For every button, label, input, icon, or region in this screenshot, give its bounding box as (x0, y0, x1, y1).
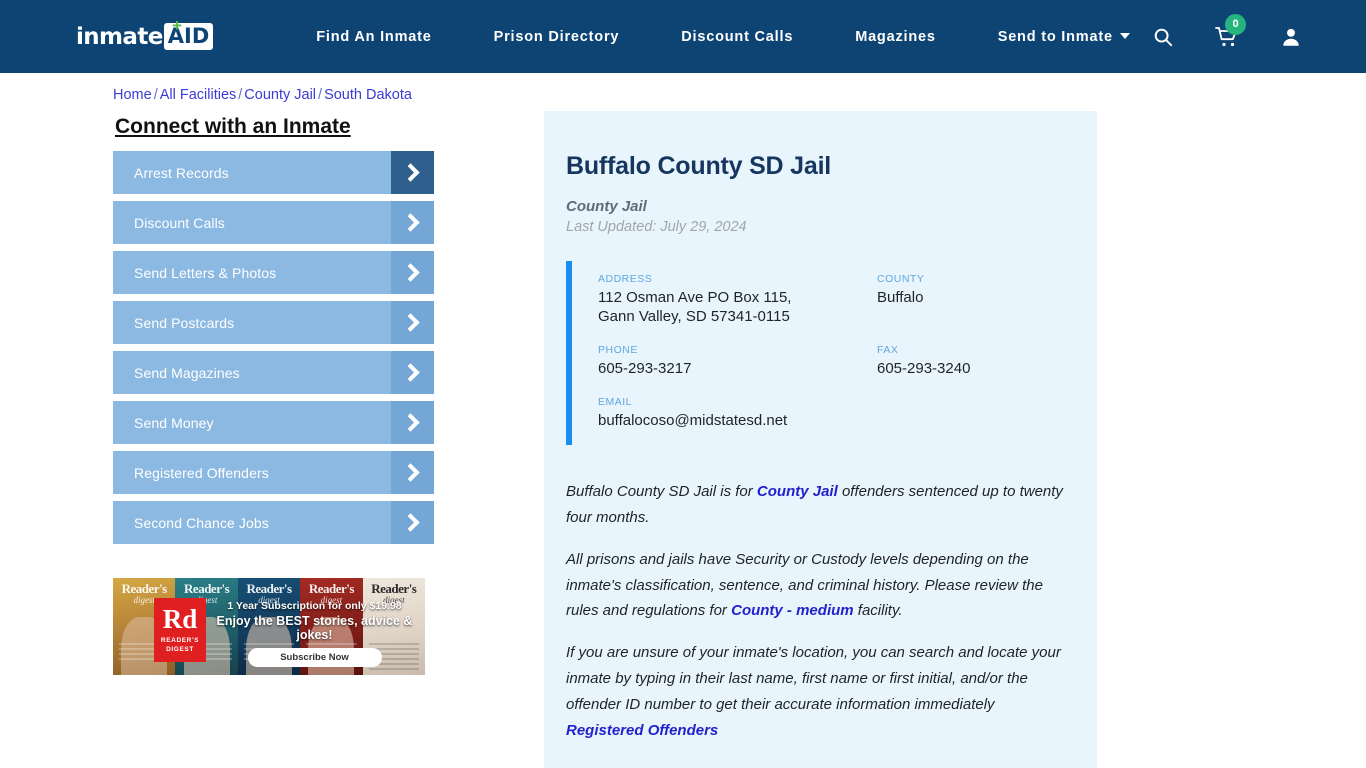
sidebar-item-label: Send Postcards (134, 314, 235, 331)
link-county-jail[interactable]: County Jail (757, 483, 838, 500)
page-body: Home / All Facilities / County Jail / South Da… (0, 87, 1366, 768)
ad-subheadline: Enjoy the BEST stories, advice & jokes! (216, 614, 413, 642)
nav-item-send-to-inmate[interactable]: Send to Inmate (967, 29, 1161, 45)
main-navigation: Find An Inmate Prison Directory Discount… (285, 29, 1161, 45)
sidebar-item-label: Send Letters & Photos (134, 264, 277, 281)
cart-count-badge: 0 (1225, 13, 1246, 35)
facility-description: Buffalo County SD Jail is for County Jai… (566, 479, 1075, 743)
logo-wordmark: inmate (76, 23, 163, 50)
info-value[interactable]: buffalocoso@midstatesd.net (598, 411, 1075, 431)
sidebar: Connect with an Inmate Arrest Records Di… (113, 111, 434, 768)
sidebar-item-label: Discount Calls (134, 214, 225, 231)
address-line-1: 112 Osman Ave PO Box 115, (598, 288, 792, 306)
info-phone: PHONE 605-293-3217 (598, 344, 877, 379)
link-county-medium[interactable]: County - medium (731, 602, 854, 619)
info-label: COUNTY (877, 272, 925, 285)
chevron-right-icon (391, 401, 434, 444)
info-label: EMAIL (598, 396, 633, 409)
chevron-right-icon (391, 201, 434, 244)
chevron-right-icon (391, 301, 434, 344)
nav-item-find-an-inmate[interactable]: Find An Inmate (285, 29, 462, 45)
sidebar-item-arrest-records[interactable]: Arrest Records (113, 151, 434, 194)
sidebar-item-label: Send Money (134, 414, 214, 431)
info-value: Buffalo (877, 288, 924, 306)
content-layout: Connect with an Inmate Arrest Records Di… (0, 111, 1366, 768)
cart-icon[interactable]: 0 (1215, 13, 1246, 49)
cover-title: Reader's (308, 581, 355, 596)
chevron-right-icon (391, 351, 434, 394)
sidebar-item-label: Send Magazines (134, 364, 240, 381)
search-icon[interactable] (1152, 26, 1174, 48)
subscribe-now-button[interactable]: Subscribe Now (247, 648, 382, 667)
info-email: EMAIL buffalocoso@midstatesd.net (598, 396, 1075, 431)
description-paragraph-3: If you are unsure of your inmate's locat… (566, 640, 1075, 743)
sidebar-item-second-chance-jobs[interactable]: Second Chance Jobs (113, 501, 434, 544)
description-paragraph-2: All prisons and jails have Security or C… (566, 547, 1075, 624)
breadcrumb: Home / All Facilities / County Jail / South Da… (113, 87, 1366, 103)
main-content: Buffalo County SD Jail County Jail Last … (544, 111, 1097, 768)
sidebar-item-label: Registered Offenders (134, 464, 269, 481)
rd-brand-name: READER'S DIGEST (160, 637, 200, 653)
nav-item-magazines[interactable]: Magazines (824, 29, 967, 45)
breadcrumb-item-all-facilities[interactable]: All Facilities (160, 87, 237, 103)
site-header: inmate AID + Find An Inmate Prison Direct… (0, 0, 1366, 73)
info-address: ADDRESS 112 Osman Ave PO Box 115, Gann V… (598, 273, 877, 328)
logo-plus-icon: + (172, 15, 182, 35)
info-label: FAX (877, 344, 899, 357)
info-value: 112 Osman Ave PO Box 115, Gann Valley, S… (598, 288, 877, 328)
header-icon-group: 0 (1152, 0, 1302, 73)
info-value: 605-293-3240 (877, 360, 971, 378)
chevron-right-icon (391, 501, 434, 544)
cover-title: Reader's (371, 581, 417, 596)
info-fax: FAX 605-293-3240 (877, 344, 1075, 379)
breadcrumb-item-south-dakota[interactable]: South Dakota (324, 87, 412, 103)
facility-type: County Jail (566, 197, 647, 215)
sidebar-menu: Arrest Records Discount Calls Send Lette… (113, 151, 434, 544)
info-value[interactable]: 605-293-3217 (598, 359, 877, 379)
desc-text: If you are unsure of your inmate's locat… (566, 644, 1061, 713)
ad-copy: 1 Year Subscription for only $19.98 Enjo… (208, 600, 421, 667)
last-updated: Last Updated: July 29, 2024 (566, 218, 747, 235)
advertisement-banner[interactable]: Reader's digest Reader's digest Reader's… (113, 578, 425, 675)
desc-text: Buffalo County SD Jail is for (566, 483, 757, 501)
cover-title: Reader's (121, 581, 168, 596)
sidebar-item-discount-calls[interactable]: Discount Calls (113, 201, 434, 244)
sidebar-item-send-magazines[interactable]: Send Magazines (113, 351, 434, 394)
address-line-2: Gann Valley, SD 57341-0115 (598, 308, 790, 326)
cover-title: Reader's (184, 581, 230, 596)
info-label: ADDRESS (598, 272, 653, 285)
facility-card: Buffalo County SD Jail County Jail Last … (544, 111, 1097, 768)
info-label: PHONE (598, 344, 638, 357)
link-registered-offenders[interactable]: Registered Offenders (566, 722, 718, 739)
nav-item-prison-directory[interactable]: Prison Directory (463, 29, 651, 45)
cover-title: Reader's (246, 581, 292, 596)
sidebar-item-label: Second Chance Jobs (134, 514, 269, 531)
page-title: Buffalo County SD Jail (566, 151, 832, 180)
sidebar-title: Connect with an Inmate (115, 115, 351, 138)
breadcrumb-item-home[interactable]: Home (113, 87, 152, 103)
sidebar-item-send-postcards[interactable]: Send Postcards (113, 301, 434, 344)
sidebar-item-send-money[interactable]: Send Money (113, 401, 434, 444)
user-icon[interactable] (1280, 26, 1302, 48)
breadcrumb-separator: / (153, 87, 158, 103)
nav-item-discount-calls[interactable]: Discount Calls (650, 29, 824, 45)
sidebar-item-label: Arrest Records (134, 164, 229, 181)
ad-headline: 1 Year Subscription for only $19.98 (227, 600, 402, 612)
sidebar-item-registered-offenders[interactable]: Registered Offenders (113, 451, 434, 494)
site-logo[interactable]: inmate AID + (76, 15, 214, 54)
chevron-right-icon (391, 151, 434, 194)
breadcrumb-separator: / (318, 87, 323, 103)
description-paragraph-1: Buffalo County SD Jail is for County Jai… (566, 479, 1075, 531)
breadcrumb-item-county-jail[interactable]: County Jail (244, 87, 316, 103)
info-county: COUNTY Buffalo (877, 273, 1075, 328)
rd-monogram: Rd (162, 604, 198, 635)
facility-info-block: ADDRESS 112 Osman Ave PO Box 115, Gann V… (566, 260, 1075, 446)
readers-digest-logo: Rd READER'S DIGEST (154, 598, 206, 662)
sidebar-item-send-letters-photos[interactable]: Send Letters & Photos (113, 251, 434, 294)
chevron-right-icon (391, 451, 434, 494)
desc-text: facility. (853, 602, 903, 620)
chevron-right-icon (391, 251, 434, 294)
